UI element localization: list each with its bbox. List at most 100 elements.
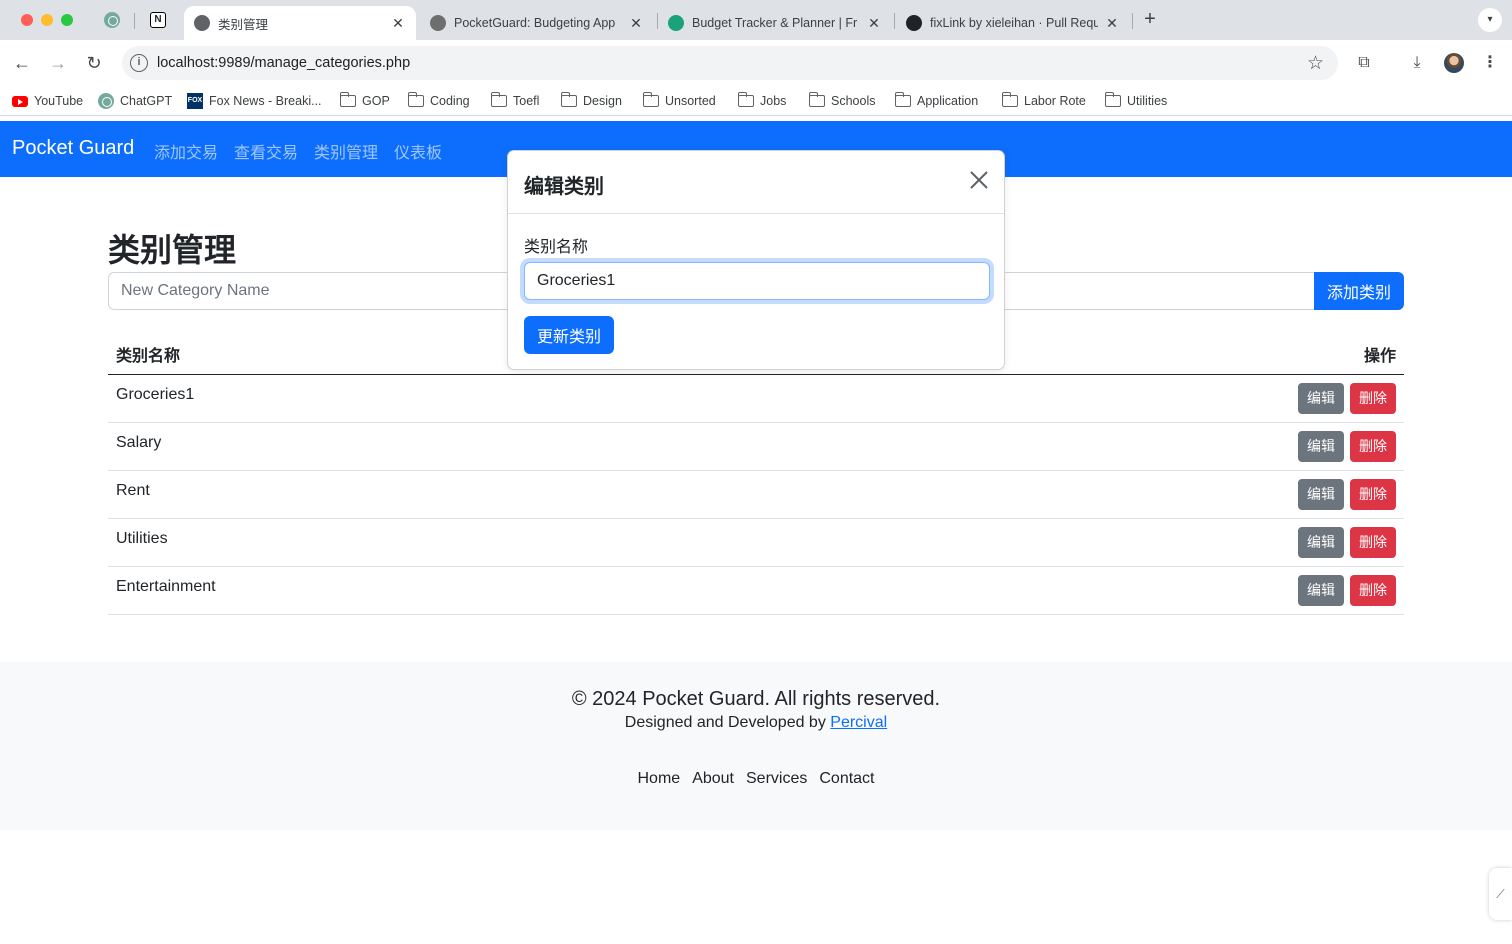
bookmark-folder-coding[interactable]: Coding [407,92,470,110]
tab-budget-tracker[interactable]: Budget Tracker & Planner | Fr ✕ [658,6,892,40]
edit-button[interactable]: 编辑 [1298,478,1344,510]
table-row: Entertainment 编辑 删除 [108,566,1404,615]
bookmark-folder-schools[interactable]: Schools [808,92,875,110]
close-tab-icon[interactable]: ✕ [390,15,406,32]
brand-logo[interactable]: Pocket Guard [12,137,134,160]
edit-button[interactable]: 编辑 [1298,382,1344,414]
bookmark-folder-utilities[interactable]: Utilities [1104,92,1167,110]
forward-arrow-icon[interactable]: → [47,52,69,74]
add-category-button[interactable]: 添加类别 [1314,272,1404,310]
reload-icon[interactable]: ↻ [83,52,105,74]
site-info-icon[interactable]: i [130,54,148,72]
minimize-window-button[interactable] [41,14,53,26]
bookmark-star-icon[interactable]: ☆ [1307,52,1324,75]
delete-button[interactable]: 删除 [1350,430,1396,462]
maximize-window-button[interactable] [61,14,73,26]
footer-credit: Designed and Developed by Percival [0,714,1512,732]
nav-manage-categories[interactable]: 类别管理 [314,139,378,163]
tab-search-button[interactable]: ▾ [1478,8,1502,32]
folder-icon [407,92,424,107]
globe-icon [194,15,210,31]
credit-link[interactable]: Percival [830,714,887,731]
tab-separator [894,13,895,29]
edit-button[interactable]: 编辑 [1298,430,1344,462]
bookmark-folder-unsorted[interactable]: Unsorted [642,92,716,110]
nav-links: 添加交易 查看交易 类别管理 仪表板 [154,139,442,163]
close-tab-icon[interactable]: ✕ [628,15,644,32]
delete-button[interactable]: 删除 [1350,478,1396,510]
footer-link-home[interactable]: Home [638,770,681,788]
category-name: Utilities [108,518,744,567]
modal-title: 编辑类别 [524,176,604,198]
pocketguard-icon [430,15,446,31]
tab-pocketguard[interactable]: PocketGuard: Budgeting App ✕ [420,6,654,40]
category-name-label: 类别名称 [524,239,589,256]
bookmark-folder-jobs[interactable]: Jobs [737,92,786,110]
credit-text: Designed and Developed by [624,714,831,731]
browser-toolbar: ← → ↻ i localhost:9989/manage_categories… [0,40,1512,86]
close-window-button[interactable] [21,14,33,26]
bookmark-fox-news[interactable]: FOX Fox News - Breaki... [187,92,322,110]
bookmark-folder-toefl[interactable]: Toefl [490,92,539,110]
new-tab-button[interactable]: + [1140,9,1160,30]
tab-separator [134,13,135,29]
pinned-tab-chatgpt[interactable] [102,10,122,30]
extensions-icon[interactable]: ⧉ [1353,52,1375,74]
tab-title: 类别管理 [218,17,269,32]
delete-button[interactable]: 删除 [1350,526,1396,558]
footer-links: Home About Services Contact [0,770,1512,788]
tab-manage-categories[interactable]: 类别管理 ✕ [184,6,416,40]
pinned-tab-notion[interactable]: N [148,10,168,30]
side-panel-handle-icon[interactable]: ⟋ [1489,868,1512,920]
row-actions: 编辑 删除 [743,518,1404,567]
profile-avatar[interactable] [1444,53,1464,73]
edit-button[interactable]: 编辑 [1298,574,1344,606]
categories-table: 类别名称 操作 Groceries1 编辑 删除 Salary 编辑 删除 Rent… [108,334,1404,615]
delete-button[interactable]: 删除 [1350,382,1396,414]
github-icon [906,15,922,31]
category-name: Entertainment [108,566,744,615]
edit-category-input[interactable] [524,262,990,300]
tab-title: Budget Tracker & Planner | Fr [692,16,858,30]
nav-dashboard[interactable]: 仪表板 [394,139,442,163]
footer-copyright: © 2024 Pocket Guard. All rights reserved… [571,688,941,710]
footer-link-about[interactable]: About [692,770,734,788]
close-icon[interactable] [968,169,990,191]
bookmark-folder-labor-rote[interactable]: Labor Rote [1001,92,1086,110]
bookmark-folder-gop[interactable]: GOP [339,92,390,110]
folder-icon [339,92,356,107]
close-tab-icon[interactable]: ✕ [866,15,882,32]
bookmark-youtube[interactable]: YouTube [12,92,83,110]
bookmark-folder-design[interactable]: Design [560,92,622,110]
table-row: Salary 编辑 删除 [108,422,1404,471]
bookmarks-bar: YouTube ChatGPT FOX Fox News - Breaki...… [0,86,1512,116]
back-arrow-icon[interactable]: ← [11,52,33,74]
edit-category-modal: 编辑类别 类别名称 更新类别 [507,150,1005,370]
folder-icon [737,92,754,107]
tab-github-pr[interactable]: fixLink by xieleihan · Pull Requ ✕ [896,6,1130,40]
more-menu-icon[interactable]: ⋮ [1479,52,1501,74]
url-text[interactable]: localhost:9989/manage_categories.php [157,55,410,71]
close-tab-icon[interactable]: ✕ [1104,15,1120,32]
footer-link-services[interactable]: Services [746,770,807,788]
update-category-button[interactable]: 更新类别 [524,316,614,354]
bookmark-chatgpt[interactable]: ChatGPT [98,92,172,110]
folder-icon [1104,92,1121,107]
bookmark-folder-application[interactable]: Application [894,92,978,110]
folder-icon [808,92,825,107]
footer-link-contact[interactable]: Contact [819,770,874,788]
nav-view-transactions[interactable]: 查看交易 [234,139,298,163]
row-actions: 编辑 删除 [743,566,1404,615]
delete-button[interactable]: 删除 [1350,574,1396,606]
download-icon[interactable]: ⤓ [1406,52,1428,74]
category-name: Rent [108,470,744,519]
edit-button[interactable]: 编辑 [1298,526,1344,558]
nav-add-transaction[interactable]: 添加交易 [154,139,218,163]
modal-header: 编辑类别 [508,151,1004,214]
chatgpt-icon [104,12,120,28]
table-row: Rent 编辑 删除 [108,470,1404,519]
folder-icon [642,92,659,107]
address-bar[interactable]: i localhost:9989/manage_categories.php ☆ [122,46,1338,80]
row-actions: 编辑 删除 [743,374,1404,423]
folder-icon [1001,92,1018,107]
